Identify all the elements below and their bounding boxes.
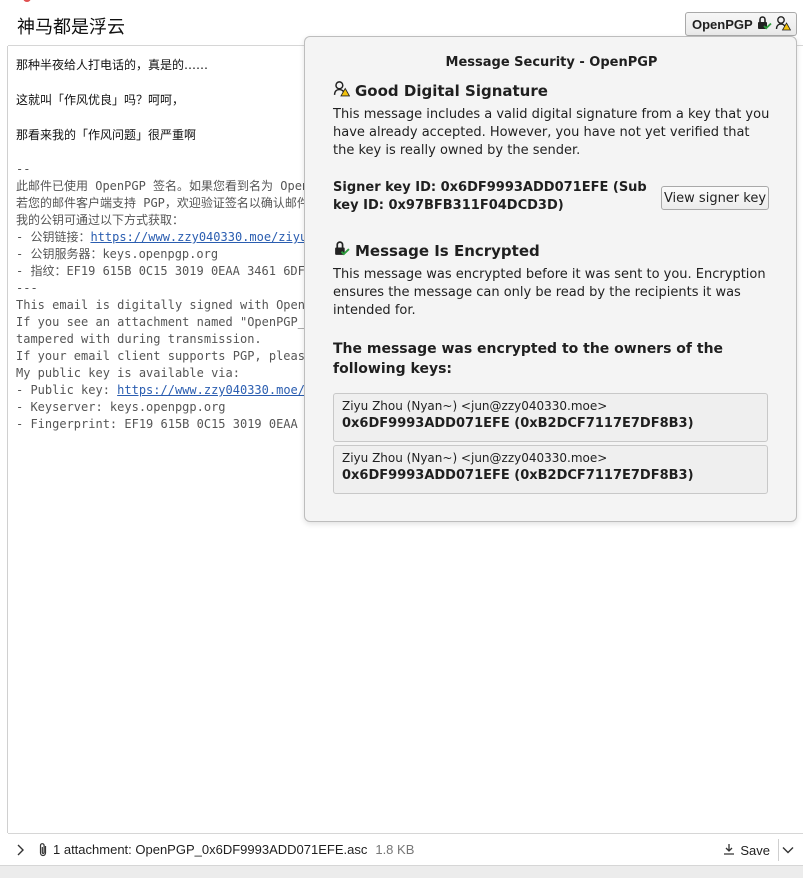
body-line-1: 那种半夜给人打电话的，真是的……	[16, 58, 209, 72]
message-security-popup: Message Security - OpenPGP Good Digital …	[304, 36, 797, 522]
body-line-3: 那看来我的「作风问题」很严重啊	[16, 128, 197, 142]
status-bar	[0, 865, 803, 878]
save-divider	[778, 839, 779, 861]
sig-separator-2: ---	[16, 281, 38, 295]
message-subject: 神马都是浮云	[17, 17, 125, 38]
sig-en-line-4: If your email client supports PGP, pleas	[16, 349, 305, 363]
sig-cn-pubkey-link[interactable]: https://www.zzy040330.moe/ziyu	[90, 230, 307, 244]
recipient-key-id: 0x6DF9993ADD071EFE (0xB2DCF7117E7DF8B3)	[342, 416, 694, 431]
sig-en-pubkey-link[interactable]: https://www.zzy040330.moe/	[117, 383, 305, 397]
sig-en-fingerprint: - Fingerprint: EF19 615B 0C15 3019 0EAA	[16, 417, 298, 431]
sig-cn-line-2: 若您的邮件客户端支持 PGP，欢迎验证签名以确认邮件	[16, 196, 309, 210]
signature-block: -- 此邮件已使用 OpenPGP 签名。如果您看到名为 Open 若您的邮件客户端…	[16, 161, 309, 433]
save-button-group: Save	[717, 838, 795, 862]
sig-cn-keyserver: - 公钥服务器：keys.openpgp.org	[16, 247, 219, 261]
sig-cn-fingerprint: - 指纹：EF19 615B 0C15 3019 0EAA 3461 6DF	[16, 264, 305, 278]
sig-cn-pubkey: - 公钥链接：https://www.zzy040330.moe/ziyu	[16, 229, 309, 246]
recipient-key-name: Ziyu Zhou (Nyan~) <jun@zzy040330.moe>	[342, 399, 608, 413]
encryption-status-heading: Message Is Encrypted	[333, 240, 540, 261]
sig-separator: --	[16, 162, 31, 176]
signature-status-heading: Good Digital Signature	[333, 80, 548, 101]
sig-cn-line-3: 我的公钥可通过以下方式获取：	[16, 213, 185, 227]
recipient-key-item[interactable]: Ziyu Zhou (Nyan~) <jun@zzy040330.moe> 0x…	[333, 393, 768, 442]
lock-check-icon	[333, 240, 350, 261]
download-icon	[723, 843, 735, 858]
attachment-bar: 1 attachment: OpenPGP_0x6DF9993ADD071EFE…	[8, 833, 803, 865]
recipient-key-item[interactable]: Ziyu Zhou (Nyan~) <jun@zzy040330.moe> 0x…	[333, 445, 768, 494]
recipient-key-id: 0x6DF9993ADD071EFE (0xB2DCF7117E7DF8B3)	[342, 468, 694, 483]
body-line-2: 这就叫「作风优良」吗？呵呵，	[16, 93, 185, 107]
chevron-right-icon[interactable]	[13, 844, 27, 856]
openpgp-label: OpenPGP	[692, 16, 753, 32]
paperclip-icon	[37, 842, 49, 858]
status-dot	[23, 0, 31, 2]
sig-cn-pubkey-prefix: - 公钥链接：	[16, 230, 91, 244]
encrypted-heading-text: Message Is Encrypted	[355, 241, 540, 260]
signature-description: This message includes a valid digital si…	[333, 107, 770, 158]
signature-heading-text: Good Digital Signature	[355, 81, 548, 100]
sig-cn-line-1: 此邮件已使用 OpenPGP 签名。如果您看到名为 Open	[16, 179, 310, 193]
signer-key-id: Signer key ID: 0x6DF9993ADD071EFE (Sub k…	[333, 180, 647, 213]
chevron-down-icon[interactable]	[781, 846, 795, 854]
openpgp-button[interactable]: OpenPGP	[685, 12, 797, 36]
view-signer-key-button[interactable]: View signer key	[661, 186, 769, 210]
sig-en-line-2: If you see an attachment named "OpenPGP_	[16, 315, 305, 329]
signature-warning-icon	[333, 80, 351, 101]
sig-en-line-1: This email is digitally signed with Open	[16, 298, 305, 312]
recipient-keys-heading: The message was encrypted to the owners …	[333, 341, 724, 377]
sig-en-pubkey: - Public key: https://www.zzy040330.moe/	[16, 382, 309, 399]
encryption-description: This message was encrypted before it was…	[333, 267, 766, 318]
popup-title: Message Security - OpenPGP	[445, 55, 658, 70]
save-button[interactable]: Save	[717, 843, 776, 858]
lock-check-icon	[756, 15, 772, 34]
sig-en-pubkey-prefix: - Public key:	[16, 383, 118, 397]
header-top-fragment	[20, 0, 31, 5]
save-label: Save	[740, 842, 770, 858]
sig-en-line-5: My public key is available via:	[16, 366, 240, 380]
recipient-key-name: Ziyu Zhou (Nyan~) <jun@zzy040330.moe>	[342, 451, 608, 465]
left-pane-edge	[0, 46, 8, 833]
attachment-summary[interactable]: 1 attachment: OpenPGP_0x6DF9993ADD071EFE…	[53, 842, 367, 857]
signature-warning-icon	[775, 15, 791, 34]
sig-en-keyserver: - Keyserver: keys.openpgp.org	[16, 400, 226, 414]
sig-en-line-3: tampered with during transmission.	[16, 332, 262, 346]
attachment-size: 1.8 KB	[375, 842, 415, 857]
